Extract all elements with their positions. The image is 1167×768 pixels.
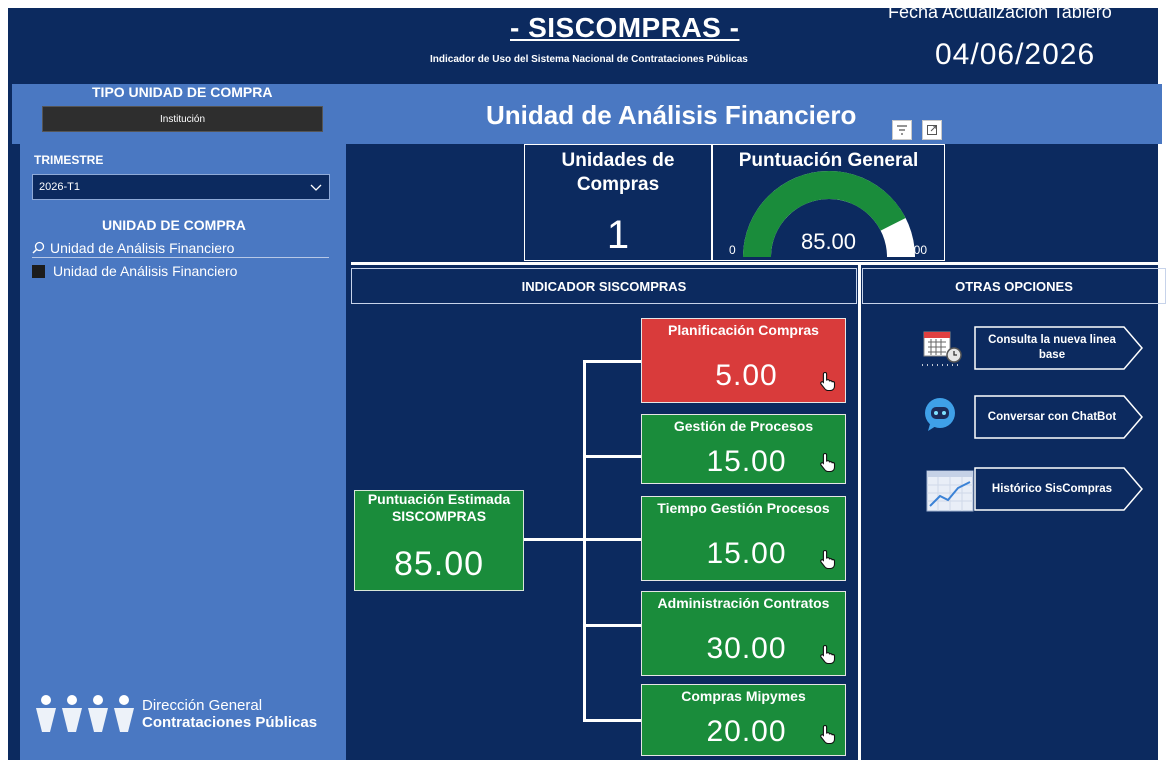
dashboard-title: - SISCOMPRAS - <box>510 12 740 43</box>
hand-pointer-icon <box>819 724 837 749</box>
planificacion-card[interactable]: Planificación Compras 5.00 <box>641 318 846 403</box>
calendar-clock-icon <box>920 328 966 373</box>
connector <box>583 624 641 627</box>
otras-opciones-header: OTRAS OPCIONES <box>862 268 1166 304</box>
puntuacion-estimada-value: 85.00 <box>393 545 485 583</box>
update-date-value: 04/06/2026 <box>935 38 1096 71</box>
conversar-chatbot-label: Conversar con ChatBot <box>987 410 1117 423</box>
tiempo-gestion-card[interactable]: Tiempo Gestión Procesos 15.00 <box>641 496 846 581</box>
gestion-procesos-card[interactable]: Gestión de Procesos 15.00 <box>641 414 846 484</box>
unidad-title: Unidad de Análisis Financiero <box>486 100 857 130</box>
tiempo-gestion-value: 15.00 <box>706 537 787 570</box>
consulta-linea-base-button[interactable]: Consulta la nueva linea base <box>974 326 1144 370</box>
connector <box>583 538 641 541</box>
search-value: Unidad de Análisis Financiero <box>50 239 235 256</box>
tipo-unidad-label: TIPO UNIDAD DE COMPRA <box>92 84 273 100</box>
chart-window-icon <box>926 470 974 517</box>
hand-pointer-icon <box>819 549 837 574</box>
administracion-contratos-card[interactable]: Administración Contratos 30.00 <box>641 591 846 676</box>
connector <box>524 538 584 541</box>
hand-pointer-icon <box>819 452 837 477</box>
planificacion-title: Planificación Compras <box>668 322 819 338</box>
connector <box>583 360 641 363</box>
expand-icon[interactable] <box>922 120 942 140</box>
connector <box>583 719 641 722</box>
checkbox[interactable] <box>32 264 45 278</box>
unidades-card: Unidades de Compras 1 <box>524 144 712 261</box>
filter-icon[interactable] <box>892 120 912 140</box>
compras-mipymes-title: Compras Mipymes <box>681 688 806 704</box>
planificacion-value: 5.00 <box>715 359 778 392</box>
connector <box>583 360 586 722</box>
historico-siscompras-label: Histórico SisCompras <box>991 482 1113 495</box>
gestion-procesos-title: Gestión de Procesos <box>673 418 814 434</box>
connector <box>583 455 641 458</box>
tiempo-gestion-title: Tiempo Gestión Procesos <box>657 500 830 516</box>
consulta-linea-base-label: Consulta la nueva linea base <box>988 334 1116 361</box>
filter-panel <box>20 144 346 760</box>
chevron-down-icon <box>309 180 323 197</box>
trimestre-value: 2026-T1 <box>39 181 80 193</box>
vertical-divider <box>858 262 861 760</box>
divider <box>351 262 1166 265</box>
trimestre-label: TRIMESTRE <box>34 153 104 167</box>
compras-mipymes-value: 20.00 <box>706 715 787 748</box>
logo-line-2: Contrataciones Públicas <box>142 714 318 731</box>
dgcp-logo-icon <box>36 695 134 732</box>
trimestre-dropdown[interactable]: 2026-T1 <box>32 174 330 200</box>
update-date-label: Fecha Actualización Tablero <box>888 2 1112 22</box>
historico-siscompras-button[interactable]: Histórico SisCompras <box>974 467 1144 511</box>
indicador-header: INDICADOR SISCOMPRAS <box>351 268 857 304</box>
unidad-search-input[interactable]: Unidad de Análisis Financiero <box>32 238 329 258</box>
conversar-chatbot-button[interactable]: Conversar con ChatBot <box>974 395 1144 439</box>
administracion-contratos-title: Administración Contratos <box>657 595 830 611</box>
gauge-value: 85.00 <box>800 229 857 254</box>
compras-mipymes-card[interactable]: Compras Mipymes 20.00 <box>641 684 846 756</box>
gestion-procesos-value: 15.00 <box>706 445 787 478</box>
tipo-unidad-selector[interactable]: Institución <box>42 106 323 132</box>
logo-line-1: Dirección General <box>142 697 263 714</box>
puntuacion-estimada-card[interactable]: Puntuación Estimada SISCOMPRAS 85.00 <box>354 490 524 591</box>
hand-pointer-icon <box>819 644 837 669</box>
unidades-title: Unidades de Compras <box>561 150 675 195</box>
unidad-option-label: Unidad de Análisis Financiero <box>53 263 238 279</box>
search-icon <box>32 241 45 254</box>
unidad-compra-label: UNIDAD DE COMPRA <box>102 217 246 233</box>
chatbot-icon <box>922 396 960 439</box>
puntuacion-estimada-title: Puntuación Estimada SISCOMPRAS <box>367 491 511 524</box>
hand-pointer-icon <box>819 371 837 396</box>
administracion-contratos-value: 30.00 <box>706 632 787 665</box>
unidades-value: 1 <box>606 213 630 257</box>
unidad-option[interactable]: Unidad de Análisis Financiero <box>32 263 237 279</box>
puntuacion-card: Puntuación General 0 100 85.00 <box>712 144 945 261</box>
dashboard-subtitle: Indicador de Uso del Sistema Nacional de… <box>430 54 748 65</box>
dgcp-logo: Dirección General Contrataciones Pública… <box>34 692 317 736</box>
